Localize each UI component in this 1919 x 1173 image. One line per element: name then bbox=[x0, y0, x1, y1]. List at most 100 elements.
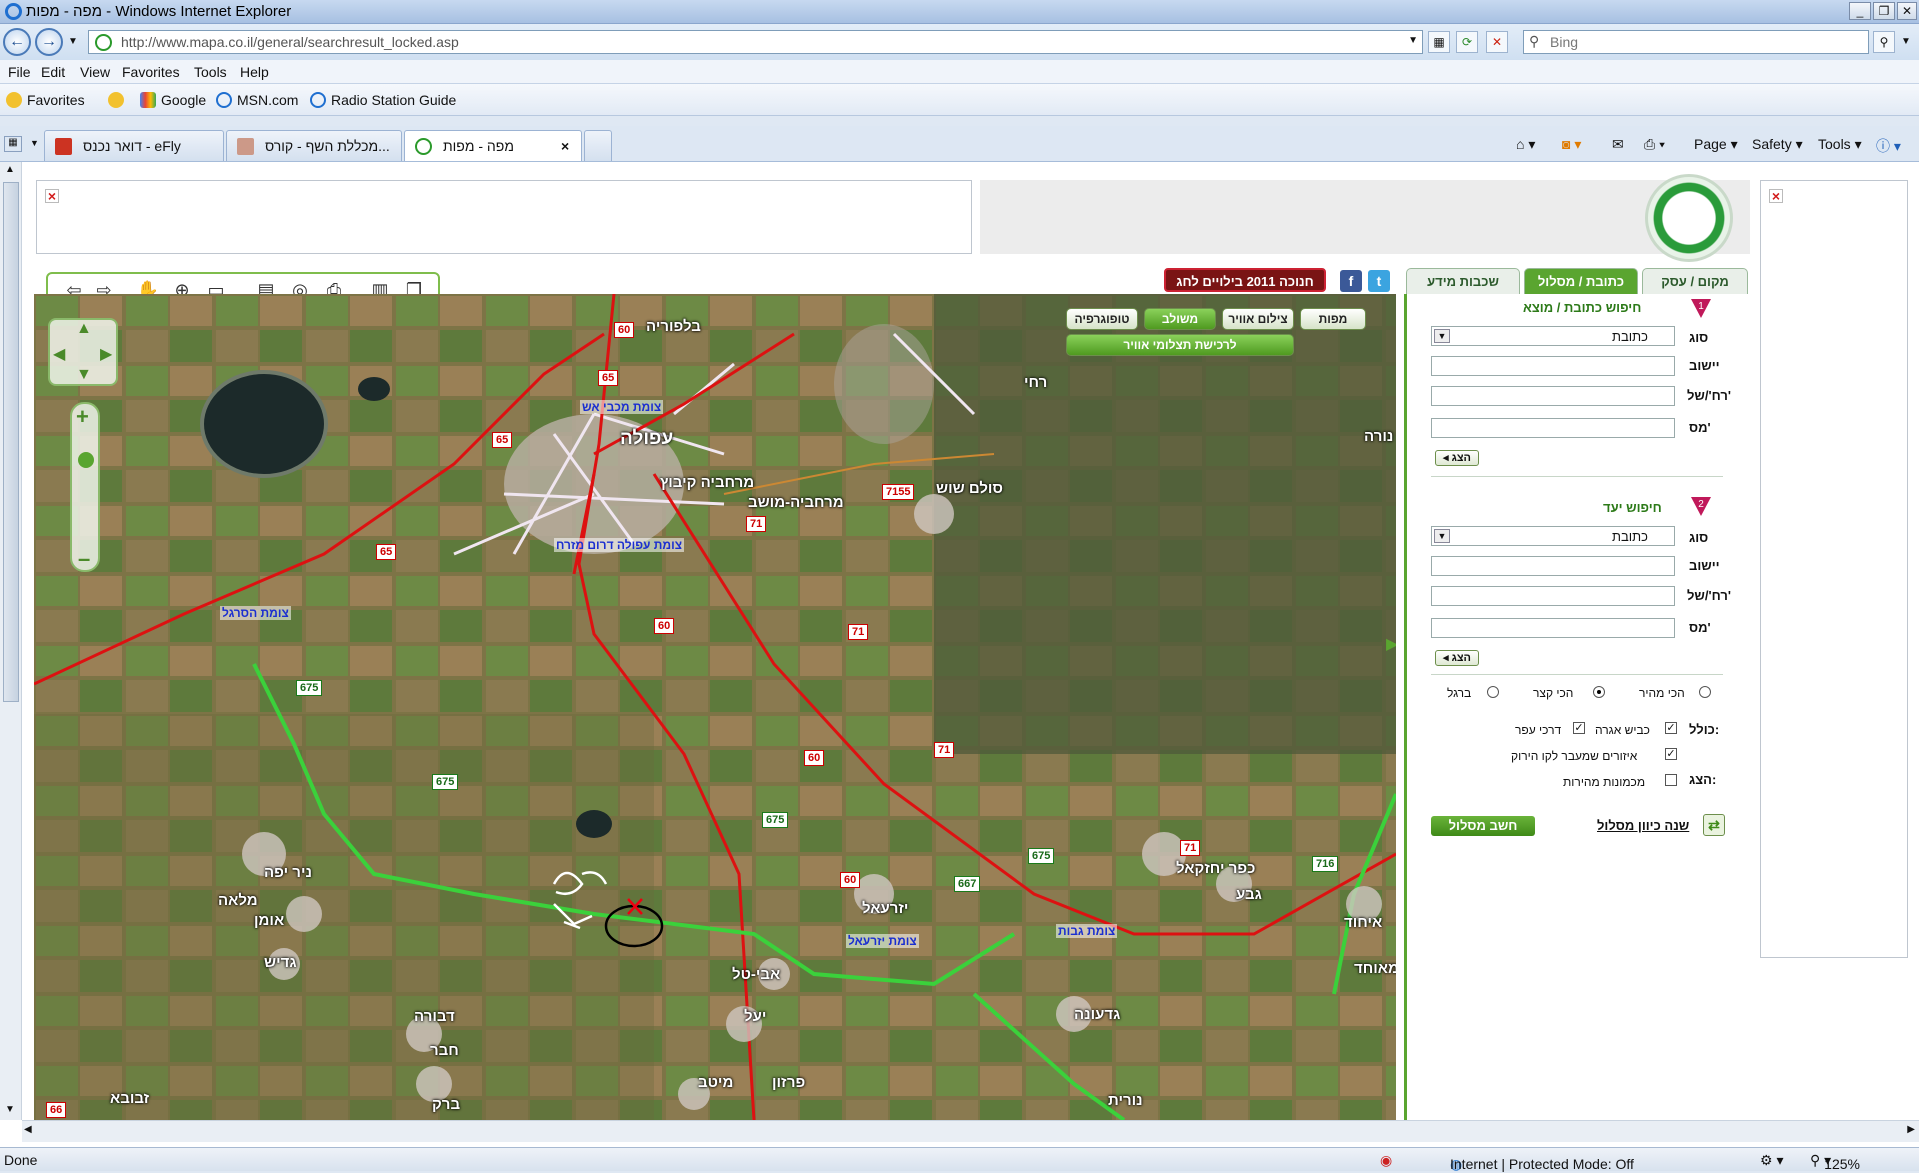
close-tab-icon[interactable]: × bbox=[561, 138, 569, 154]
origin-type-select[interactable]: כתובת ▼ bbox=[1431, 326, 1675, 346]
origin-street-label: רח'/של' bbox=[1687, 388, 1731, 403]
address-field[interactable]: http://www.mapa.co.il/general/searchresu… bbox=[88, 30, 1423, 54]
menu-edit[interactable]: Edit bbox=[41, 64, 65, 80]
search-input[interactable]: ⚲ Bing bbox=[1523, 30, 1869, 54]
address-dropdown-icon[interactable]: ▼ bbox=[1408, 35, 1418, 46]
quick-tabs-icon[interactable]: ▦ bbox=[4, 136, 22, 152]
calculate-route-button[interactable]: חשב מסלול bbox=[1431, 816, 1535, 836]
dest-show-button[interactable]: ◂ הצג bbox=[1435, 650, 1479, 666]
search-go-button[interactable]: ⚲ bbox=[1873, 31, 1895, 53]
home-icon[interactable]: ⌂ ▾ bbox=[1516, 136, 1535, 153]
close-button[interactable]: ✕ bbox=[1897, 2, 1917, 20]
favorite-link-google[interactable]: Google bbox=[140, 92, 206, 108]
refresh-icon[interactable]: ⟳ bbox=[1456, 31, 1478, 53]
origin-city-input[interactable] bbox=[1431, 356, 1675, 376]
mapa-logo[interactable] bbox=[1645, 174, 1733, 262]
horizontal-scrollbar[interactable]: ◀ ▶ bbox=[22, 1120, 1919, 1142]
scroll-up-icon[interactable]: ▲ bbox=[5, 164, 15, 175]
menu-tools[interactable]: Tools bbox=[194, 64, 227, 80]
tab-place-business[interactable]: מקום / עסק bbox=[1642, 268, 1748, 294]
origin-street-input[interactable] bbox=[1431, 386, 1675, 406]
swap-direction-icon[interactable]: ⇄ bbox=[1703, 814, 1725, 836]
pan-up-icon[interactable]: ▲ bbox=[76, 320, 92, 338]
buy-aerial-photos-button[interactable]: לרכישת תצלומי אוויר bbox=[1066, 334, 1294, 356]
compatibility-icon[interactable]: ▦ bbox=[1428, 31, 1450, 53]
hanukkah-banner[interactable]: חנוכה 2011 בילויים לחג bbox=[1164, 268, 1326, 292]
origin-number-input[interactable] bbox=[1431, 418, 1675, 438]
destination-search-title: חיפוש יעד bbox=[1603, 500, 1662, 515]
scroll-left-icon[interactable]: ◀ bbox=[24, 1124, 32, 1135]
add-favorites-button[interactable] bbox=[108, 92, 129, 108]
origin-show-button[interactable]: ◂ הצג bbox=[1435, 450, 1479, 466]
tools-menu[interactable]: Tools ▾ bbox=[1818, 136, 1862, 153]
pan-left-icon[interactable]: ◀ bbox=[53, 344, 65, 364]
view-topography-button[interactable]: טופוגרפיה bbox=[1066, 308, 1138, 330]
dest-type-select[interactable]: כתובת ▼ bbox=[1431, 526, 1675, 546]
side-ad: × bbox=[1760, 180, 1908, 958]
shortest-radio[interactable] bbox=[1593, 686, 1605, 698]
zoom-in-icon[interactable]: + bbox=[76, 404, 89, 430]
fastest-radio[interactable] bbox=[1699, 686, 1711, 698]
twitter-icon[interactable]: t bbox=[1368, 270, 1390, 292]
zoom-slider[interactable]: + – bbox=[70, 402, 100, 572]
scroll-down-icon[interactable]: ▼ bbox=[5, 1104, 15, 1115]
view-aerial-button[interactable]: צילום אוויר bbox=[1222, 308, 1294, 330]
tab-mapa[interactable]: מפה - מפות × bbox=[404, 130, 582, 161]
view-maps-button[interactable]: מפות bbox=[1300, 308, 1366, 330]
facebook-icon[interactable]: f bbox=[1340, 270, 1362, 292]
tab-address-route[interactable]: כתובת / מסלול bbox=[1524, 268, 1638, 294]
new-tab-button[interactable] bbox=[584, 130, 612, 161]
mail-icon[interactable]: ✉ bbox=[1612, 136, 1624, 153]
menu-file[interactable]: File bbox=[8, 64, 31, 80]
title-bar: מפה - מפות - Windows Internet Explorer _… bbox=[0, 0, 1919, 24]
search-options-icon[interactable]: ▼ bbox=[1901, 36, 1911, 47]
view-combined-button[interactable]: משולב bbox=[1144, 308, 1216, 330]
zoom-out-icon[interactable]: – bbox=[78, 546, 90, 572]
walking-label: ברגל bbox=[1447, 686, 1472, 700]
zoom-thumb[interactable] bbox=[78, 452, 94, 468]
favorites-button[interactable]: Favorites bbox=[6, 92, 85, 108]
dest-city-label: יישוב bbox=[1689, 558, 1720, 573]
zoom-level[interactable]: ⚲ 125% ▾ bbox=[1810, 1152, 1860, 1172]
toll-road-checkbox[interactable]: ✓ bbox=[1665, 722, 1677, 734]
favorite-link-radio[interactable]: Radio Station Guide bbox=[310, 92, 456, 108]
feeds-icon[interactable]: ◙ ▾ bbox=[1562, 136, 1581, 153]
scroll-thumb[interactable] bbox=[3, 182, 19, 702]
scroll-right-icon[interactable]: ▶ bbox=[1907, 1124, 1915, 1135]
page-menu[interactable]: Page ▾ bbox=[1694, 136, 1738, 153]
dest-city-input[interactable] bbox=[1431, 556, 1675, 576]
tab-info-layers[interactable]: שכבות מידע bbox=[1406, 268, 1520, 294]
print-icon[interactable]: ⎙ ▾ bbox=[1644, 136, 1665, 153]
dest-street-input[interactable] bbox=[1431, 586, 1675, 606]
dirt-roads-checkbox[interactable]: ✓ bbox=[1573, 722, 1585, 734]
back-button[interactable]: ← bbox=[3, 28, 31, 56]
dest-number-input[interactable] bbox=[1431, 618, 1675, 638]
help-icon[interactable]: ⓘ ▾ bbox=[1876, 136, 1901, 156]
forward-button[interactable]: → bbox=[35, 28, 63, 56]
menu-help[interactable]: Help bbox=[240, 64, 269, 80]
safety-menu[interactable]: Safety ▾ bbox=[1752, 136, 1803, 153]
stop-icon[interactable]: ✕ bbox=[1486, 31, 1508, 53]
green-line-checkbox[interactable]: ✓ bbox=[1665, 748, 1677, 760]
history-dropdown-icon[interactable]: ▼ bbox=[68, 36, 78, 47]
favorite-link-msn[interactable]: MSN.com bbox=[216, 92, 298, 108]
tab-efly[interactable]: דואר נכנס - eFly bbox=[44, 130, 224, 161]
map-canvas[interactable]: מפות צילום אוויר משולב טופוגרפיה לרכישת … bbox=[34, 294, 1396, 1120]
panel-collapse-icon[interactable]: ▶ bbox=[1386, 634, 1396, 658]
tab-chef-college[interactable]: מכללת השף - קורס... bbox=[226, 130, 402, 161]
walking-radio[interactable] bbox=[1487, 686, 1499, 698]
pan-down-icon[interactable]: ▼ bbox=[76, 366, 92, 384]
menu-favorites[interactable]: Favorites bbox=[122, 64, 180, 80]
place-label: פרזון bbox=[772, 1074, 806, 1091]
minimize-button[interactable]: _ bbox=[1849, 2, 1871, 20]
settings-gear-icon[interactable]: ⚙ ▾ bbox=[1760, 1152, 1783, 1169]
speed-cameras-checkbox[interactable] bbox=[1665, 774, 1677, 786]
pan-right-icon[interactable]: ▶ bbox=[100, 344, 112, 364]
menu-view[interactable]: View bbox=[80, 64, 110, 80]
tab-list-icon[interactable]: ▼ bbox=[30, 138, 39, 148]
change-direction-link[interactable]: שנה כיוון מסלול bbox=[1597, 818, 1689, 833]
search-icon: ⚲ bbox=[1529, 33, 1540, 49]
restore-button[interactable]: ❐ bbox=[1873, 2, 1895, 20]
pan-control[interactable]: ▲ ▼ ◀ ▶ bbox=[48, 318, 118, 386]
vertical-scrollbar[interactable]: ▲ ▼ bbox=[0, 162, 22, 1120]
